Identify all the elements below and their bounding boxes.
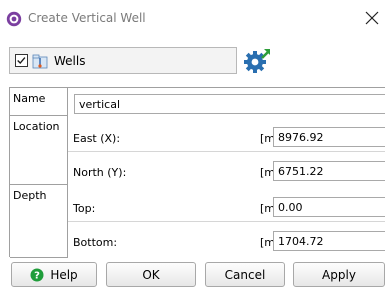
wells-label: Wells [54,54,86,68]
well-form: Name Location East (X): [m] North (Y): [… [9,87,385,258]
close-icon[interactable] [362,8,382,28]
wells-folder-icon [32,54,48,69]
bottom-label: Bottom: [73,236,118,249]
ok-button[interactable]: OK [106,262,196,287]
checkmark-icon [17,57,26,65]
cancel-button[interactable]: Cancel [205,262,285,287]
cancel-button-label: Cancel [224,267,266,282]
dialog-button-bar: ? Help OK Cancel Apply [0,259,385,287]
svg-text:?: ? [34,270,40,281]
petrel-app-icon [6,11,22,27]
window-title: Create Vertical Well [28,11,146,25]
east-label: East (X): [73,132,121,145]
gear-with-arrow-icon[interactable] [242,45,272,75]
apply-button-label: Apply [322,267,356,282]
north-input[interactable] [273,161,385,181]
depth-section-label: Depth [10,185,68,258]
wells-checkbox[interactable] [15,54,28,67]
north-label: North (Y): [73,166,127,179]
help-button-label: Help [50,267,78,282]
row-divider [68,151,385,152]
east-input[interactable] [273,127,385,147]
wells-folder-selector[interactable]: Wells [9,47,237,74]
location-section-label: Location [10,116,68,185]
bottom-input[interactable] [273,231,385,251]
name-section-label: Name [10,88,68,116]
ok-button-label: OK [142,267,160,282]
help-button[interactable]: ? Help [11,262,97,287]
apply-button[interactable]: Apply [293,262,385,287]
name-input[interactable] [74,94,385,114]
top-input[interactable] [273,197,385,217]
top-label: Top: [73,202,96,215]
help-icon: ? [30,268,44,281]
row-divider [68,221,385,222]
title-bar[interactable]: Create Vertical Well [0,0,385,38]
